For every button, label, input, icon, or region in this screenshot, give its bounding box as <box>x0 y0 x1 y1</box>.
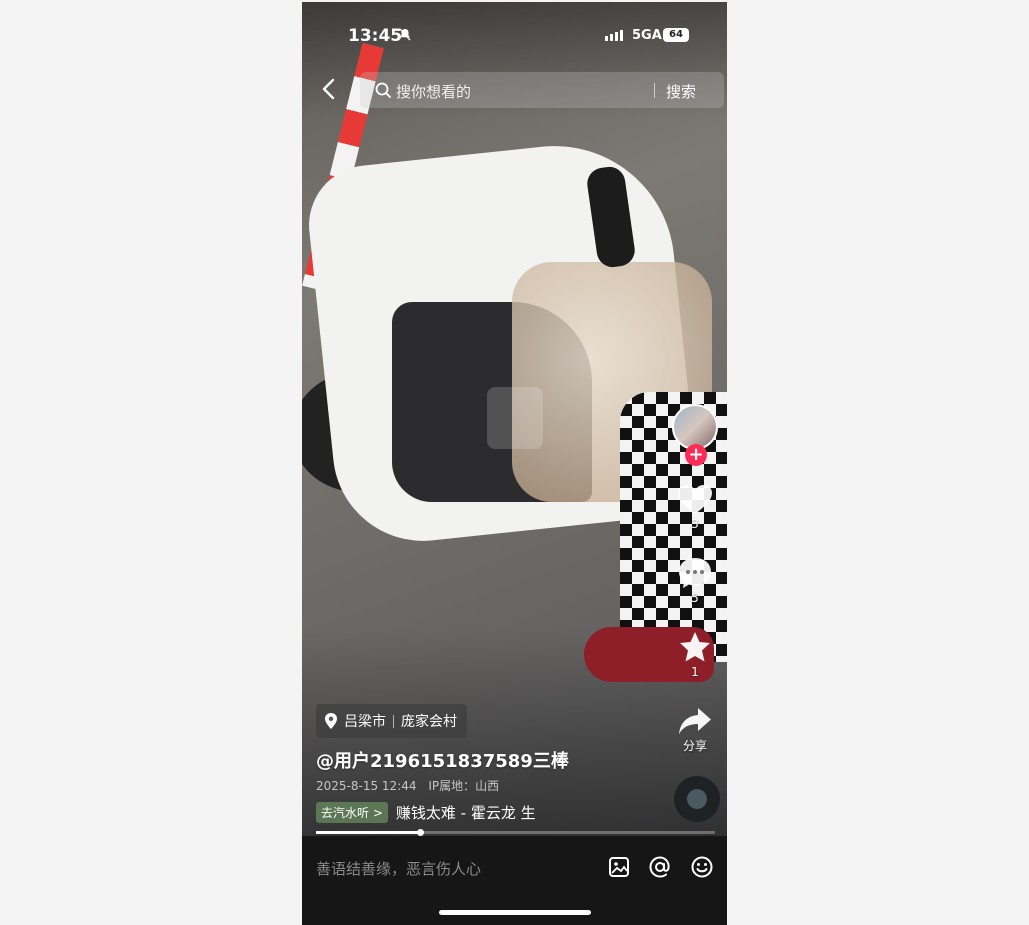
location-tag[interactable]: 吕梁市 庞家会村 <box>316 704 467 738</box>
search-button[interactable]: 搜索 <box>666 81 696 102</box>
share-label: 分享 <box>682 739 707 753</box>
author-name[interactable]: @用户2196151837589三棒 <box>316 747 569 773</box>
search-icon <box>374 81 392 99</box>
like-count: 3 <box>691 517 699 531</box>
music-disc-avatar[interactable] <box>674 776 720 822</box>
follow-plus-button[interactable]: + <box>685 444 707 466</box>
post-date: 2025-8-15 12:44 <box>316 779 417 793</box>
search-divider <box>654 83 655 98</box>
listen-in-qishui-button[interactable]: 去汽水听 > <box>316 802 388 823</box>
favorite-count: 1 <box>691 665 699 679</box>
share-arrow-icon <box>679 708 711 734</box>
music-title: 赚钱太难 - 霍云龙 生 <box>395 804 536 822</box>
emoji-icon[interactable] <box>689 854 715 880</box>
share-button[interactable]: 分享 <box>664 706 726 754</box>
search-input[interactable]: 搜你想看的 搜索 <box>360 72 724 108</box>
image-icon[interactable] <box>606 854 632 880</box>
search-placeholder: 搜你想看的 <box>396 83 472 101</box>
comment-input[interactable]: 善语结善缘，恶言伤人心 <box>316 858 481 879</box>
location-pin-icon <box>325 713 337 729</box>
pause-indicator <box>487 387 543 449</box>
back-arrow-icon[interactable] <box>318 76 340 102</box>
video-meta: 2025-8-15 12:44 IP属地：山西 <box>316 777 499 794</box>
home-indicator[interactable] <box>439 910 591 915</box>
favorite-button[interactable]: 1 <box>664 630 726 679</box>
status-time: 13:45 <box>348 26 403 46</box>
location-divider <box>393 714 394 728</box>
video-progress-bar[interactable] <box>316 829 715 836</box>
comment-count: 5 <box>691 591 699 605</box>
progress-knob[interactable] <box>416 829 424 836</box>
phone-screen: 13:45 5GA 64 搜你想看的 搜索 + 3 5 1 分享 吕梁市 庞家会… <box>302 2 727 925</box>
ip-location: IP属地：山西 <box>428 779 500 793</box>
heart-icon <box>678 485 712 514</box>
music-row[interactable]: 去汽水听 > 赚钱太难 - 霍云龙 生 <box>316 802 566 823</box>
at-mention-icon[interactable] <box>647 854 673 880</box>
location-city: 吕梁市 <box>344 714 386 730</box>
progress-fill <box>316 831 420 834</box>
comment-button[interactable]: 5 <box>664 556 726 605</box>
location-village: 庞家会村 <box>401 714 457 730</box>
comment-bubble-icon <box>679 558 711 588</box>
mute-bell-icon <box>399 28 411 45</box>
comment-bar: 善语结善缘，恶言伤人心 <box>302 836 727 925</box>
network-type: 5GA <box>632 28 662 43</box>
star-icon <box>680 632 710 662</box>
like-button[interactable]: 3 <box>664 484 726 531</box>
status-bar: 13:45 5GA 64 <box>302 2 727 50</box>
search-bar: 搜你想看的 搜索 <box>302 70 727 110</box>
signal-icon <box>605 30 623 41</box>
battery-icon: 64 <box>663 28 689 42</box>
